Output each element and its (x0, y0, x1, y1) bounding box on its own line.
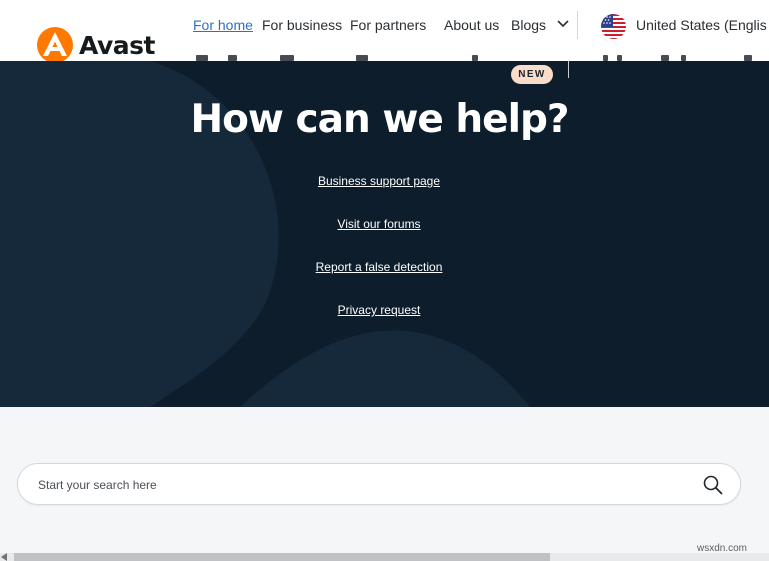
nav-about-us[interactable]: About us (444, 17, 499, 33)
divider-line (568, 61, 569, 78)
scrollbar-thumb[interactable] (14, 553, 550, 561)
nav-for-partners[interactable]: For partners (350, 17, 426, 33)
us-flag-icon (601, 14, 626, 39)
scroll-left-arrow-icon[interactable] (1, 553, 7, 561)
false-detection-link[interactable]: Report a false detection (0, 260, 758, 274)
nav-for-business[interactable]: For business (262, 17, 342, 33)
nav-for-home[interactable]: For home (193, 17, 253, 33)
search-box (17, 463, 741, 505)
watermark: wsxdn.com (697, 543, 748, 554)
site-header: Avast For home For business For partners… (0, 0, 769, 61)
new-badge: NEW (511, 65, 553, 84)
locale-selector[interactable]: United States (Englis (636, 17, 767, 33)
nav-divider (577, 11, 578, 39)
nav-blogs[interactable]: Blogs (511, 17, 546, 33)
chevron-down-icon[interactable] (556, 19, 570, 29)
page-title: How can we help? (190, 97, 570, 142)
search-icon[interactable] (702, 474, 724, 496)
hero-section: NEW How can we help? Business support pa… (0, 61, 769, 407)
business-support-link[interactable]: Business support page (0, 174, 758, 188)
forums-link[interactable]: Visit our forums (0, 217, 758, 231)
privacy-request-link[interactable]: Privacy request (0, 303, 758, 317)
search-input[interactable] (38, 474, 658, 496)
horizontal-scrollbar[interactable] (0, 553, 769, 561)
